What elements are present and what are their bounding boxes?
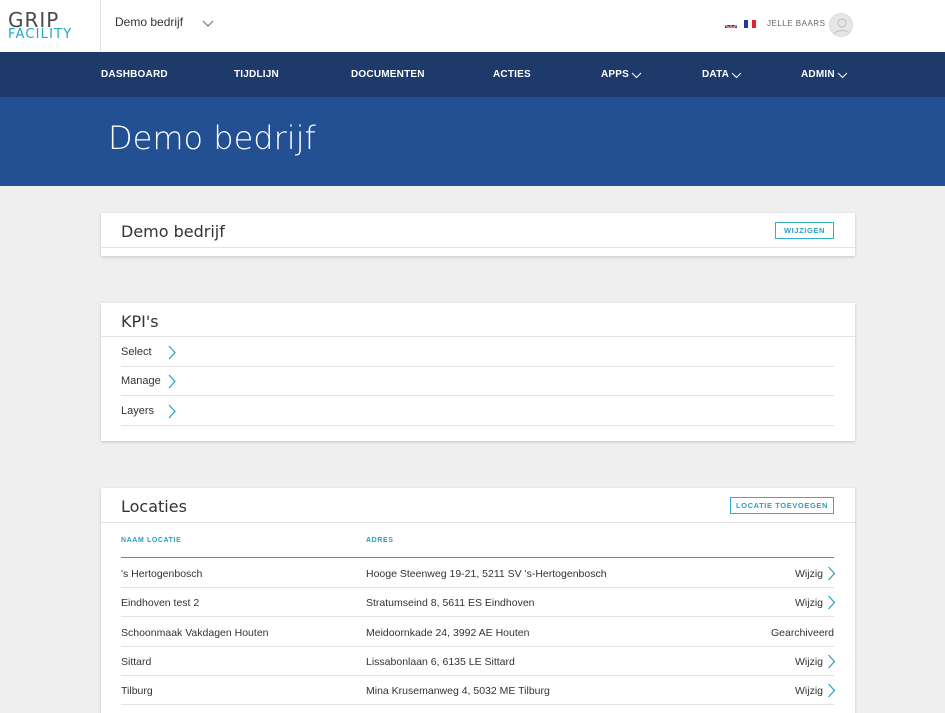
grip-facility-logo[interactable]: GRIP FACILITY — [0, 0, 101, 52]
top-bar: GRIP FACILITY Demo bedrijf JELLE BAARS — [0, 0, 945, 52]
locations-card: Locaties LOCATIE TOEVOEGEN NAAM LOCATIE … — [101, 488, 855, 713]
card-divider — [101, 247, 855, 248]
nav-apps[interactable]: APPS — [601, 69, 642, 80]
user-name[interactable]: JELLE BAARS — [767, 19, 825, 28]
kpi-label: Manage — [121, 375, 161, 387]
edit-label: Wijzig — [795, 655, 823, 668]
edit-label: Wijzig — [795, 596, 823, 609]
card-title: KPI's — [121, 312, 159, 331]
column-header-name[interactable]: NAAM LOCATIE — [121, 537, 181, 544]
table-header-divider — [121, 557, 834, 558]
user-icon — [833, 18, 851, 36]
edit-location-link[interactable]: Wijzig — [795, 683, 836, 698]
table-row: 's Hertogenbosch Hooge Steenweg 19-21, 5… — [121, 559, 836, 588]
location-address: Lissabonlaan 6, 6135 LE Sittard — [366, 656, 515, 668]
company-select[interactable]: Demo bedrijf — [115, 15, 183, 29]
archived-status: Gearchiveerd — [770, 627, 834, 639]
kpi-label: Layers — [121, 405, 155, 417]
chevron-right-icon — [828, 683, 836, 698]
edit-company-button[interactable]: WIJZIGEN — [775, 222, 834, 239]
location-address: Stratumseind 8, 5611 ES Eindhoven — [366, 597, 535, 609]
nav-label: DATA — [702, 69, 730, 80]
table-row: Sittard Lissabonlaan 6, 6135 LE Sittard … — [121, 647, 836, 676]
avatar[interactable] — [829, 13, 853, 37]
chevron-down-icon — [837, 72, 848, 78]
card-title: Locaties — [121, 497, 187, 516]
nav-label: TIJDLIJN — [234, 69, 279, 80]
edit-label: Wijzig — [795, 684, 823, 697]
chevron-right-icon — [828, 566, 836, 581]
nav-label: APPS — [601, 69, 630, 80]
logo-text-bottom: FACILITY — [8, 27, 73, 42]
kpi-label: Select — [121, 346, 152, 358]
nav-label: DOCUMENTEN — [351, 69, 425, 80]
table-row: Tilburg Mina Krusemanweg 4, 5032 ME Tilb… — [121, 676, 836, 705]
en-flag-icon[interactable] — [725, 20, 737, 28]
column-header-address[interactable]: ADRES — [366, 537, 394, 544]
add-location-button[interactable]: LOCATIE TOEVOEGEN — [730, 497, 834, 514]
table-row: Schoonmaak Vakdagen Houten Meidoornkade … — [121, 618, 834, 647]
kpi-item-manage[interactable]: Manage — [121, 366, 834, 396]
table-row: Eindhoven test 2 Stratumseind 8, 5611 ES… — [121, 588, 836, 617]
location-name: Tilburg — [121, 685, 153, 697]
nav-label: ACTIES — [493, 69, 531, 80]
location-address: Meidoornkade 24, 3992 AE Houten — [366, 627, 530, 639]
location-address: Mina Krusemanweg 4, 5032 ME Tilburg — [366, 685, 550, 697]
location-name: 's Hertogenbosch — [121, 568, 203, 580]
fr-flag-icon[interactable] — [744, 20, 756, 28]
card-title: Demo bedrijf — [121, 222, 225, 241]
chevron-right-icon — [168, 404, 176, 419]
location-name: Eindhoven test 2 — [121, 597, 200, 609]
main-navigation: DASHBOARD TIJDLIJN DOCUMENTEN ACTIES APP… — [0, 52, 945, 97]
edit-location-link[interactable]: Wijzig — [795, 595, 836, 610]
nav-dashboard[interactable]: DASHBOARD — [101, 69, 168, 80]
location-address: Hooge Steenweg 19-21, 5211 SV 's-Hertoge… — [366, 568, 607, 580]
kpi-item-select[interactable]: Select — [121, 337, 834, 367]
chevron-down-icon — [731, 72, 742, 78]
nav-tijdlijn[interactable]: TIJDLIJN — [234, 69, 279, 80]
chevron-down-icon[interactable] — [201, 17, 215, 31]
nav-data[interactable]: DATA — [702, 69, 742, 80]
location-name: Sittard — [121, 656, 152, 668]
chevron-right-icon — [828, 654, 836, 669]
nav-acties[interactable]: ACTIES — [493, 69, 531, 80]
company-card: Demo bedrijf WIJZIGEN — [101, 213, 855, 256]
nav-label: ADMIN — [801, 69, 835, 80]
edit-location-link[interactable]: Wijzig — [795, 566, 836, 581]
kpi-card: KPI's Select Manage Layers — [101, 303, 855, 441]
card-divider — [101, 522, 855, 523]
chevron-down-icon — [631, 72, 642, 78]
chevron-right-icon — [168, 374, 176, 389]
location-name: Schoonmaak Vakdagen Houten — [121, 627, 269, 639]
kpi-item-layers[interactable]: Layers — [121, 396, 834, 426]
nav-documenten[interactable]: DOCUMENTEN — [351, 69, 425, 80]
chevron-right-icon — [828, 595, 836, 610]
nav-admin[interactable]: ADMIN — [801, 69, 848, 80]
edit-location-link[interactable]: Wijzig — [795, 654, 836, 669]
chevron-right-icon — [168, 345, 176, 360]
page-title: Demo bedrijf — [108, 119, 316, 157]
edit-label: Wijzig — [795, 567, 823, 580]
nav-label: DASHBOARD — [101, 69, 168, 80]
page-header: Demo bedrijf — [0, 97, 945, 186]
